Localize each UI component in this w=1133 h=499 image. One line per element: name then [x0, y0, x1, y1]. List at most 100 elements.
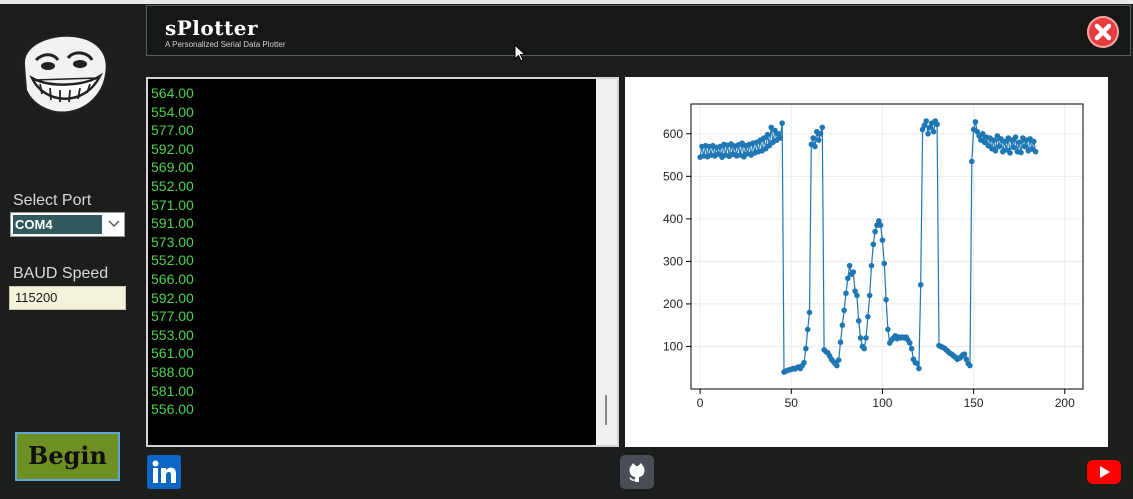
serial-line: 577.00 — [151, 308, 194, 325]
data-point — [925, 130, 931, 137]
serial-line: 591.00 — [151, 215, 194, 232]
linkedin-button[interactable] — [147, 455, 181, 489]
x-tick-label: 200 — [1055, 396, 1075, 410]
mouse-cursor-icon — [514, 44, 527, 62]
data-point — [806, 309, 813, 316]
baud-speed-input[interactable]: 115200 — [9, 286, 126, 310]
series-line — [699, 118, 1037, 373]
serial-plot: 0 50 100 150 200 100 200 300 400 500 600 — [663, 103, 1084, 410]
baud-speed-label: BAUD Speed — [13, 265, 109, 282]
serial-scrollbar[interactable] — [596, 79, 617, 445]
data-point — [1016, 139, 1022, 146]
data-point — [967, 362, 973, 369]
serial-monitor[interactable]: 564.00 554.00 577.00 592.00 569.00 552.00 571.… — [146, 77, 619, 447]
serial-line: 581.00 — [151, 382, 194, 399]
data-point — [992, 147, 999, 154]
serial-line: 569.00 — [151, 159, 194, 176]
close-icon — [1094, 23, 1112, 41]
data-point — [835, 357, 842, 363]
data-point — [863, 335, 869, 341]
data-point — [841, 307, 847, 314]
trollface-logo — [22, 34, 108, 114]
youtube-icon — [1100, 466, 1110, 478]
data-point — [845, 275, 851, 282]
y-tick-label: 400 — [663, 212, 683, 226]
serial-line: 592.00 — [151, 289, 194, 306]
data-point — [906, 340, 913, 346]
data-point — [872, 228, 878, 235]
serial-line: 592.00 — [151, 140, 194, 157]
x-tick-label: 150 — [964, 396, 984, 410]
data-point — [923, 118, 929, 124]
data-point — [857, 335, 864, 341]
data-point — [810, 135, 816, 141]
x-tick-label: 0 — [697, 396, 704, 410]
data-point — [990, 137, 997, 143]
github-button[interactable] — [620, 455, 654, 489]
data-point — [834, 362, 840, 369]
x-tick-label: 50 — [785, 396, 799, 410]
serial-line: 566.00 — [151, 270, 194, 287]
serial-line: 554.00 — [151, 103, 194, 120]
serial-line: 552.00 — [151, 252, 194, 269]
select-port-label: Select Port — [13, 192, 92, 209]
data-point — [996, 143, 1002, 150]
data-point — [930, 128, 937, 135]
data-point — [885, 326, 891, 333]
data-point — [777, 135, 784, 141]
serial-line: 561.00 — [151, 345, 194, 362]
serial-line: 556.00 — [151, 401, 194, 418]
data-point — [1030, 138, 1037, 145]
github-icon — [629, 463, 645, 482]
linkedin-icon — [152, 460, 176, 483]
serial-line: 588.00 — [151, 363, 194, 380]
data-point — [879, 237, 886, 243]
serial-line: 553.00 — [151, 326, 194, 343]
data-point — [877, 222, 884, 229]
data-point — [843, 290, 849, 297]
data-point — [779, 120, 785, 126]
data-point — [815, 137, 822, 143]
y-tick-label: 100 — [663, 339, 683, 353]
data-point — [803, 345, 809, 352]
data-point — [972, 119, 979, 125]
serial-line: 564.00 — [151, 85, 194, 101]
plot-panel: 0 50 100 150 200 100 200 300 400 500 600 — [625, 77, 1108, 447]
serial-line: 552.00 — [151, 177, 194, 194]
data-point — [1032, 148, 1039, 155]
data-point — [865, 313, 871, 320]
data-point — [861, 345, 868, 352]
data-point — [908, 345, 915, 352]
data-point — [1021, 143, 1028, 150]
data-point — [1012, 134, 1019, 140]
app-subtitle: A Personalized Serial Data Plotter — [165, 40, 286, 49]
data-point — [870, 241, 877, 248]
x-tick-label: 100 — [872, 396, 892, 410]
data-point — [968, 158, 975, 165]
data-point — [819, 124, 826, 131]
data-point — [883, 296, 889, 303]
data-point — [961, 351, 968, 357]
data-point — [850, 269, 857, 275]
data-point — [934, 121, 940, 128]
close-button[interactable] — [1087, 16, 1119, 48]
data-point — [881, 260, 888, 267]
y-tick-label: 200 — [663, 297, 683, 311]
data-point — [854, 292, 860, 299]
youtube-button[interactable] — [1087, 460, 1121, 484]
y-tick-label: 300 — [663, 254, 683, 268]
data-point — [804, 326, 811, 333]
data-point — [817, 130, 824, 137]
data-point — [855, 318, 862, 324]
port-dropdown[interactable]: COM4 — [10, 212, 125, 237]
y-tick-label: 600 — [663, 127, 683, 141]
port-selected-value: COM4 — [13, 215, 102, 234]
y-tick-label: 500 — [663, 169, 683, 183]
data-point — [1018, 149, 1024, 156]
data-point — [866, 292, 873, 299]
data-point — [846, 262, 853, 269]
scrollbar-thumb[interactable] — [605, 395, 607, 425]
begin-button[interactable]: Begin — [15, 432, 120, 481]
data-point — [914, 360, 920, 367]
data-point — [837, 339, 844, 346]
